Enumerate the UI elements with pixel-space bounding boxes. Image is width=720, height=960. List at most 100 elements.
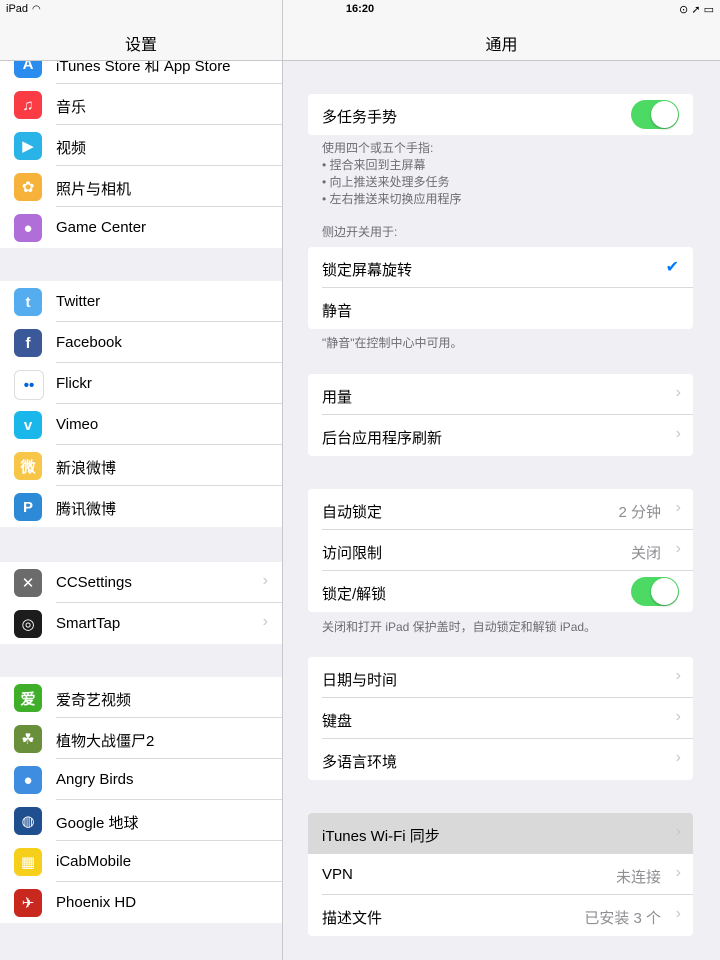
sidebar-item[interactable]: ♫ 音乐 <box>0 84 282 125</box>
usage-label: 用量 <box>322 389 353 406</box>
sidebar-item-label: 爱奇艺视频 <box>56 692 132 709</box>
sidebar-item-label: 腾讯微博 <box>56 501 117 518</box>
iqiyi-icon: 爱 <box>14 684 42 712</box>
flickr-icon: •• <box>14 370 44 400</box>
multitask-note-line: • 捏合来回到主屏幕 <box>322 158 426 172</box>
international-row[interactable]: 多语言环境 › <box>308 739 693 780</box>
google-earth-icon: ◍ <box>14 807 42 835</box>
settings-master-pane[interactable]: 设置 AiTunes Store 和 App Store ♫ 音乐 ▶ 视频 ✿ 照片与相机… <box>0 0 283 960</box>
profiles-label: 描述文件 <box>322 910 383 927</box>
multitask-note: 使用四个或五个手指: • 捏合来回到主屏幕 • 向上推送来处理多任务 • 左右推… <box>322 140 462 208</box>
twitter-icon: t <box>14 288 42 316</box>
lock-unlock-toggle[interactable] <box>631 577 679 606</box>
sidebar-item[interactable]: ✕ CCSettings › <box>0 562 282 603</box>
vpn-value: 未连接 <box>615 869 661 886</box>
sidebar-item-label: SmartTap <box>56 615 121 632</box>
detail-title: 通用 <box>485 37 518 54</box>
sidebar-item[interactable]: ◍ Google 地球 <box>0 800 282 841</box>
phoenix-hd-icon: ✈ <box>14 889 42 917</box>
auto-lock-label: 自动锁定 <box>322 504 383 521</box>
keyboard-row[interactable]: 键盘 › <box>308 698 693 739</box>
facebook-icon: f <box>14 329 42 357</box>
sidebar-item[interactable]: t Twitter <box>0 281 282 322</box>
tencent-weibo-icon: P <box>14 493 42 521</box>
sidebar-item[interactable]: P 腾讯微博 <box>0 486 282 527</box>
weibo-icon: 微 <box>14 452 42 480</box>
chevron-right-icon: › <box>675 384 681 401</box>
chevron-right-icon: › <box>262 572 268 589</box>
sidebar-item-label: Google 地球 <box>56 815 139 832</box>
chevron-right-icon: › <box>675 540 681 557</box>
mute-label: 静音 <box>322 303 353 320</box>
sidebar-item-label: CCSettings <box>56 574 132 591</box>
sidebar-item[interactable]: ▦ iCabMobile <box>0 841 282 882</box>
vpn-row[interactable]: VPN 未连接 › <box>308 854 693 895</box>
lock-rotation-label: 锁定屏幕旋转 <box>322 262 413 279</box>
itunes-wifi-sync-row[interactable]: iTunes Wi-Fi 同步 › <box>308 813 693 854</box>
multitask-card: 多任务手势 <box>308 94 693 135</box>
chevron-right-icon: › <box>675 823 681 840</box>
sidebar-item[interactable]: ▶ 视频 <box>0 125 282 166</box>
usage-row[interactable]: 用量 › <box>308 374 693 415</box>
vimeo-icon: v <box>14 411 42 439</box>
mute-row[interactable]: 静音 <box>308 288 693 329</box>
multitask-gestures-toggle[interactable] <box>631 100 679 129</box>
chevron-right-icon: › <box>262 613 268 630</box>
sidebar-item-label: 视频 <box>56 140 87 157</box>
checkmark-icon: ✔ <box>665 259 679 276</box>
status-right-icons: ⊙ ➚ ▭ <box>679 4 714 16</box>
restrictions-row[interactable]: 访问限制 关闭 › <box>308 530 693 571</box>
sidebar-item-label: 新浪微博 <box>56 460 117 477</box>
plants-vs-zombies-icon: ☘ <box>14 725 42 753</box>
usage-card: 用量 › 后台应用程序刷新 › <box>308 374 693 456</box>
chevron-right-icon: › <box>675 425 681 442</box>
vpn-label: VPN <box>322 866 353 883</box>
date-time-row[interactable]: 日期与时间 › <box>308 657 693 698</box>
mute-note: "静音"在控制中心中可用。 <box>322 336 463 350</box>
sidebar-item[interactable]: ✿ 照片与相机 <box>0 166 282 207</box>
multitask-note-line: 使用四个或五个手指: <box>322 141 434 155</box>
profiles-row[interactable]: 描述文件 已安装 3 个 › <box>308 895 693 936</box>
lock-unlock-label: 锁定/解锁 <box>322 586 387 603</box>
game-center-icon: ● <box>14 214 42 242</box>
lock-note: 关闭和打开 iPad 保护盖时，自动锁定和解锁 iPad。 <box>322 620 597 634</box>
multitask-gestures-row[interactable]: 多任务手势 <box>308 94 693 135</box>
date-time-label: 日期与时间 <box>322 672 398 689</box>
sidebar-item-label: Facebook <box>56 334 122 351</box>
sidebar-item[interactable]: 微新浪微博 <box>0 445 282 486</box>
background-refresh-row[interactable]: 后台应用程序刷新 › <box>308 415 693 456</box>
sidebar-item[interactable]: •• Flickr <box>0 363 282 404</box>
background-refresh-label: 后台应用程序刷新 <box>322 430 443 447</box>
sidebar-item[interactable]: ☘ 植物大战僵尸2 <box>0 718 282 759</box>
sidebar-item-label: 音乐 <box>56 99 87 116</box>
sidebar-item[interactable]: ✈ Phoenix HD <box>0 882 282 923</box>
sidebar-item[interactable]: v Vimeo <box>0 404 282 445</box>
international-label: 多语言环境 <box>322 754 398 771</box>
lock-unlock-row[interactable]: 锁定/解锁 <box>308 571 693 612</box>
sidebar-item-label: Phoenix HD <box>56 894 137 911</box>
chevron-right-icon: › <box>675 708 681 725</box>
toggle-knob <box>651 101 678 128</box>
sidebar-item[interactable]: 爱爱奇艺视频 <box>0 677 282 718</box>
auto-lock-row[interactable]: 自动锁定 2 分钟 › <box>308 489 693 530</box>
status-time: 16:20 <box>345 3 375 15</box>
multitask-note-line: • 左右推送来切换应用程序 <box>322 192 462 206</box>
lock-rotation-row[interactable]: 锁定屏幕旋转 ✔ <box>308 247 693 288</box>
sidebar-item[interactable]: ◎ SmartTap › <box>0 603 282 644</box>
keyboard-label: 键盘 <box>322 713 353 730</box>
angry-birds-icon: ● <box>14 766 42 794</box>
sidebar-item[interactable]: ● Game Center <box>0 207 282 248</box>
sidebar-item-label: Game Center <box>56 219 147 236</box>
sidebar-item[interactable]: f Facebook <box>0 322 282 363</box>
chevron-right-icon: › <box>675 749 681 766</box>
sidebar-item-label: Vimeo <box>56 416 99 433</box>
sidebar-item-label: 照片与相机 <box>56 181 132 198</box>
chevron-right-icon: › <box>675 864 681 881</box>
sidebar-item[interactable]: ● Angry Birds <box>0 759 282 800</box>
restrictions-value: 关闭 <box>630 545 661 562</box>
smarttap-icon: ◎ <box>14 610 42 638</box>
toggle-knob <box>651 578 678 605</box>
side-switch-card: 锁定屏幕旋转 ✔ 静音 <box>308 247 693 329</box>
sync-card: iTunes Wi-Fi 同步 › VPN 未连接 › 描述文件 已安装 3 个… <box>308 813 693 936</box>
ccsettings-icon: ✕ <box>14 569 42 597</box>
